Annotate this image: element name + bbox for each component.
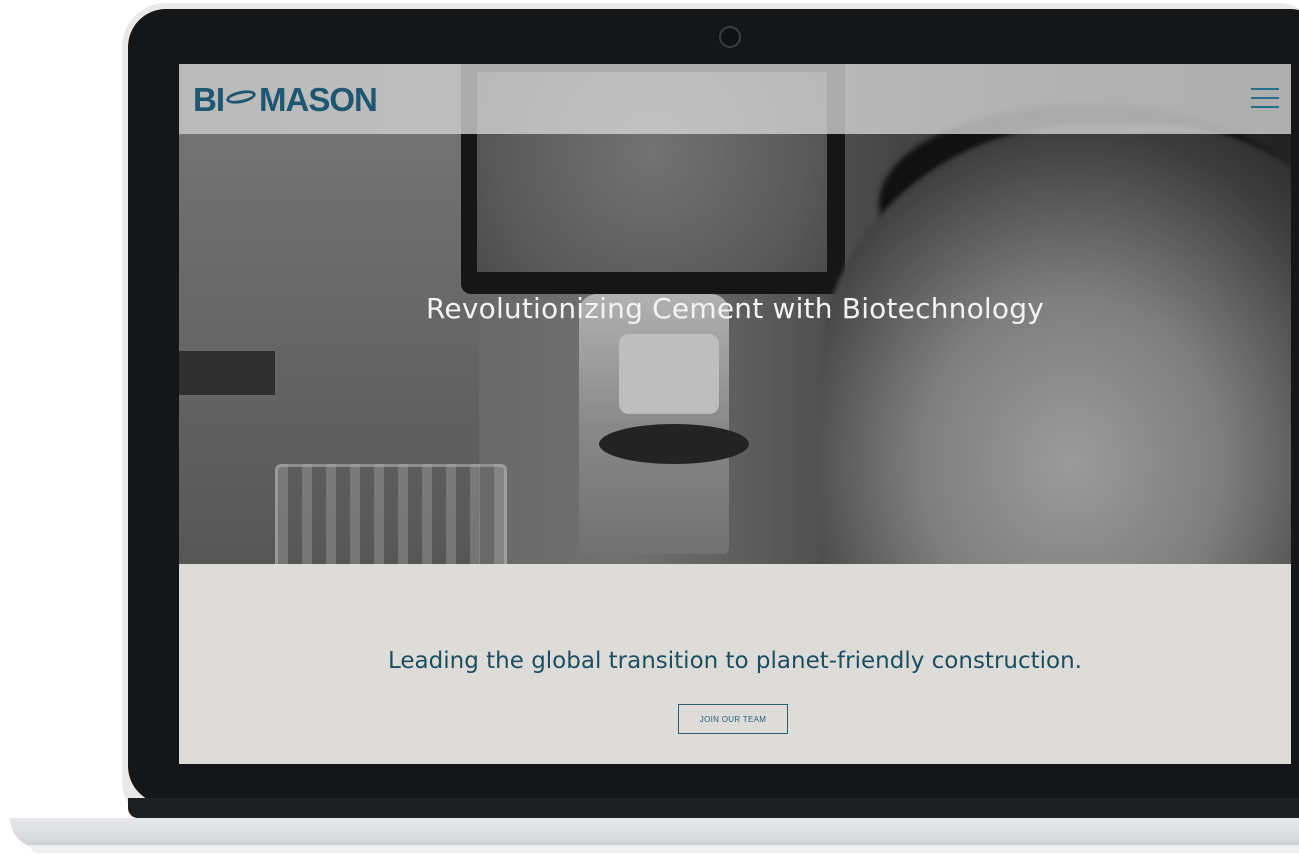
webcam-icon xyxy=(719,26,741,48)
logo-text-right: MASON xyxy=(259,81,378,118)
cta-tagline: Leading the global transition to planet-… xyxy=(388,648,1082,674)
cta-section: Leading the global transition to planet-… xyxy=(179,564,1291,764)
website-screen: Revolutionizing Cement with Biotechnolog… xyxy=(179,64,1291,764)
laptop-base-edge xyxy=(30,845,1299,853)
laptop-base xyxy=(10,818,1299,848)
menu-bar-middle xyxy=(1251,97,1279,99)
site-logo[interactable]: BI MASON xyxy=(193,80,378,120)
laptop-bezel-bottom xyxy=(128,798,1299,818)
menu-bar-top xyxy=(1251,88,1279,90)
menu-bar-bottom xyxy=(1251,106,1279,108)
hamburger-menu-icon[interactable] xyxy=(1251,84,1279,112)
site-header: BI MASON xyxy=(179,64,1291,134)
hero-title: Revolutionizing Cement with Biotechnolog… xyxy=(426,292,1044,325)
laptop-mockup: Revolutionizing Cement with Biotechnolog… xyxy=(0,0,1299,854)
logo-text-left: BI xyxy=(193,81,225,118)
logo-o-icon xyxy=(225,88,257,106)
hero-section: Revolutionizing Cement with Biotechnolog… xyxy=(179,64,1291,564)
join-our-team-button[interactable]: JOIN OUR TEAM xyxy=(678,704,788,734)
